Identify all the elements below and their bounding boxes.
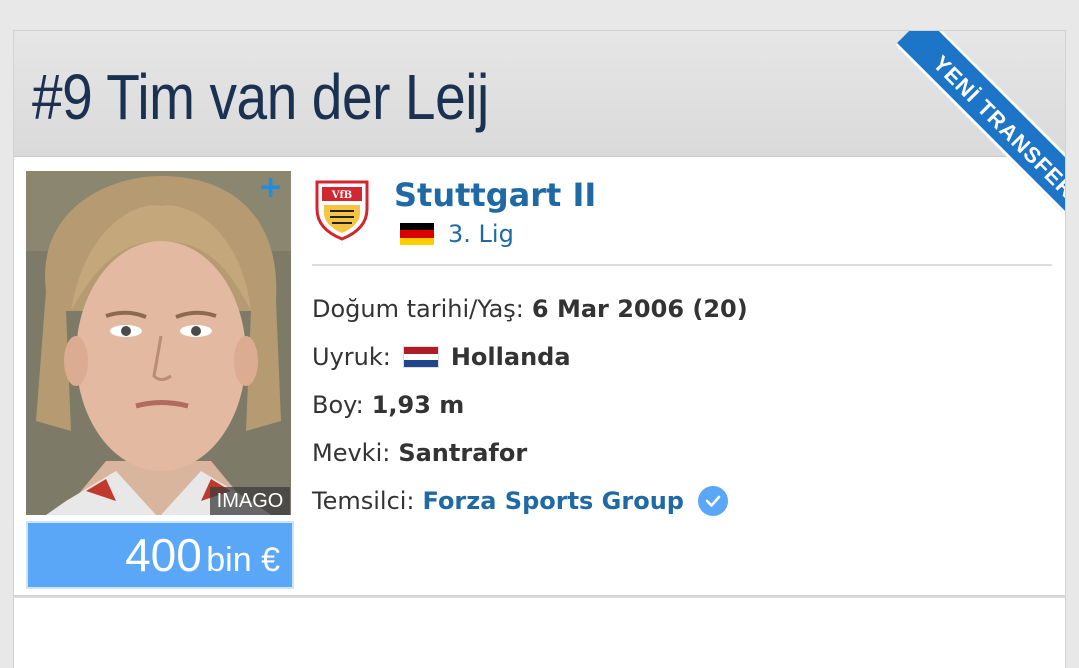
player-portrait-icon	[26, 171, 291, 515]
height-value: 1,93 m	[371, 391, 465, 419]
germany-flag-icon	[400, 223, 434, 245]
new-transfer-ribbon: YENİ TRANSFER	[865, 31, 1065, 231]
ribbon-label: YENİ TRANSFER	[894, 31, 1065, 231]
club-crest-icon[interactable]: VfB	[314, 179, 370, 241]
next-section-card	[13, 596, 1066, 668]
birth-label: Doğum tarihi/Yaş:	[312, 295, 524, 323]
height-label: Boy:	[312, 391, 364, 419]
league-link[interactable]: 3. Lig	[400, 217, 514, 251]
last-name: van der Leij	[209, 61, 489, 133]
player-header-card: #9 Tim van der Leij YENİ TRANSFER + IMAG…	[13, 30, 1066, 596]
verified-check-icon	[697, 486, 728, 516]
add-photo-plus-icon[interactable]: +	[258, 173, 283, 203]
netherlands-flag-icon	[402, 346, 439, 368]
agent-label: Temsilci:	[312, 487, 415, 515]
position-value: Santrafor	[398, 439, 528, 467]
market-value-box[interactable]: 400 bin €	[26, 521, 294, 589]
agent-link[interactable]: Forza Sports Group	[423, 483, 684, 519]
club-name-link[interactable]: Stuttgart II	[394, 173, 596, 217]
first-name: Tim	[106, 61, 195, 133]
nationality-label: Uyruk:	[312, 343, 391, 371]
market-value-amount: 400	[125, 529, 202, 581]
market-value-unit: bin €	[206, 541, 280, 579]
position-label: Mevki:	[312, 439, 391, 467]
photo-credit: IMAGO	[210, 487, 290, 515]
page-title: #9 Tim van der Leij	[32, 57, 489, 137]
birth-value: 6 Mar 2006 (20)	[531, 295, 748, 323]
height-row: Boy: 1,93 m	[312, 387, 464, 423]
birth-row: Doğum tarihi/Yaş: 6 Mar 2006 (20)	[312, 291, 748, 327]
nationality-value[interactable]: Hollanda	[451, 339, 571, 375]
agent-row: Temsilci: Forza Sports Group	[312, 483, 728, 519]
divider	[312, 264, 1052, 266]
svg-text:VfB: VfB	[331, 190, 353, 201]
player-photo[interactable]	[26, 171, 291, 515]
position-row: Mevki: Santrafor	[312, 435, 527, 471]
shirt-number: #9	[32, 61, 93, 133]
league-name: 3. Lig	[448, 220, 514, 248]
nationality-row: Uyruk: Hollanda	[312, 339, 571, 375]
